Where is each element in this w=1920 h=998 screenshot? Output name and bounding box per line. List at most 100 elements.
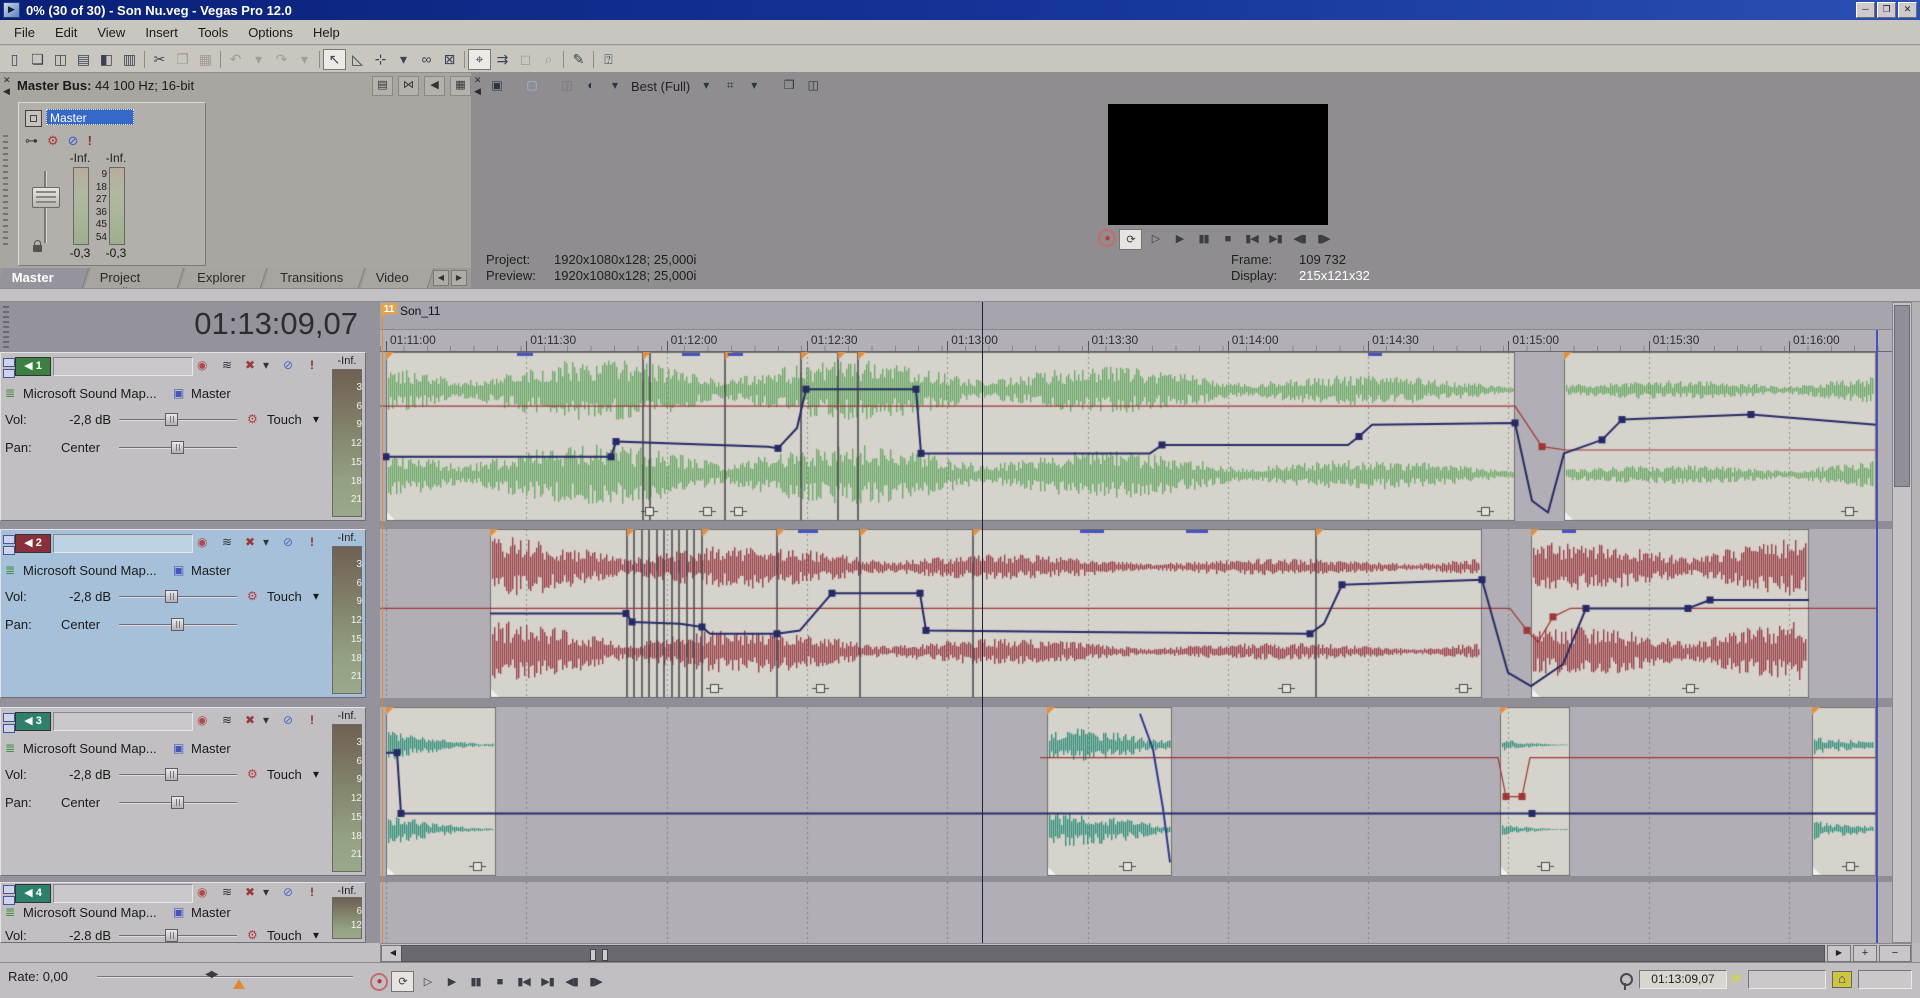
- track-4-canvas[interactable]: [380, 882, 1892, 943]
- menu-edit[interactable]: Edit: [45, 22, 87, 43]
- close-icon[interactable]: ✕: [3, 75, 11, 86]
- redo-list-icon[interactable]: ▾: [293, 49, 316, 70]
- track-name-field[interactable]: [53, 534, 193, 553]
- vol-slider[interactable]: [119, 768, 237, 781]
- pan-slider[interactable]: [119, 618, 237, 631]
- track-number-chip[interactable]: ◀ 4: [15, 884, 51, 903]
- restore-track-icon[interactable]: [3, 546, 15, 555]
- track-header-1[interactable]: ◀ 1◉≋✖▾⊘!≣Microsoft Sound Map...▣MasterV…: [0, 352, 366, 521]
- vol-slider[interactable]: [119, 929, 237, 942]
- record-arm-icon[interactable]: ◉: [197, 358, 207, 372]
- pan-slider-handle[interactable]: [171, 441, 184, 454]
- automation-settings-icon[interactable]: ⚙: [47, 133, 59, 149]
- mixer-properties-icon[interactable]: ▦: [450, 76, 471, 96]
- track-minimize-restore[interactable]: [3, 713, 14, 735]
- loop-playback-button[interactable]: ⟳: [391, 971, 414, 992]
- menu-view[interactable]: View: [87, 22, 135, 43]
- panel-grip[interactable]: [3, 135, 8, 245]
- record-arm-icon[interactable]: ◉: [197, 535, 207, 549]
- next-frame-button[interactable]: ▮▶: [1313, 229, 1334, 248]
- downmix-output-icon[interactable]: ◀: [424, 76, 445, 96]
- next-frame-button[interactable]: ▮▶: [585, 972, 606, 991]
- restore-track-icon[interactable]: [3, 896, 15, 905]
- pan-value[interactable]: Center: [61, 617, 100, 632]
- bus-assign-name[interactable]: Master: [191, 386, 231, 401]
- automation-dropdown-icon[interactable]: ▾: [313, 589, 319, 603]
- track-list-grip[interactable]: [3, 306, 9, 348]
- pin-icon[interactable]: ◀: [3, 86, 10, 97]
- bus-assign-icon[interactable]: ▣: [173, 905, 184, 919]
- track-1-canvas[interactable]: [380, 352, 1892, 521]
- play-from-start-button[interactable]: ▷: [417, 972, 438, 991]
- stop-button[interactable]: ■: [489, 972, 510, 991]
- vol-value[interactable]: -2,8 dB: [53, 412, 111, 427]
- close-button[interactable]: ✕: [1898, 2, 1917, 18]
- envelope-edit-tool-icon[interactable]: ◺: [346, 49, 369, 70]
- bus-assign-name[interactable]: Master: [191, 905, 231, 920]
- automation-dropdown-icon[interactable]: ▾: [313, 412, 319, 426]
- record-arm-icon[interactable]: ◉: [197, 713, 207, 727]
- automatic-crossfades-icon[interactable]: ∞: [415, 49, 438, 70]
- normal-edit-tool-icon[interactable]: ↖: [323, 49, 346, 70]
- split-screen-view-icon[interactable]: ◫: [557, 77, 577, 95]
- menu-options[interactable]: Options: [238, 22, 303, 43]
- open-icon[interactable]: ❏: [26, 49, 49, 70]
- track-header-2[interactable]: ◀ 2◉≋✖▾⊘!≣Microsoft Sound Map...▣MasterV…: [0, 529, 366, 698]
- go-to-start-button[interactable]: ▮◀: [1241, 229, 1262, 248]
- enable-snapping-icon[interactable]: ⌖: [468, 49, 491, 70]
- mute-dropdown-icon[interactable]: ▾: [263, 358, 269, 372]
- solo-icon[interactable]: ⊘: [283, 535, 293, 549]
- mute-icon[interactable]: ⊘: [68, 133, 79, 149]
- tab-master-bus[interactable]: Master Bus: [0, 268, 89, 288]
- overlays-icon[interactable]: ⌗: [720, 77, 740, 95]
- vol-slider-handle[interactable]: [165, 590, 178, 603]
- tab-scroll-left-icon[interactable]: ◀: [433, 270, 449, 286]
- master-bus-name-field[interactable]: Master: [46, 109, 134, 125]
- minimize-track-icon[interactable]: [3, 358, 15, 367]
- automation-mode[interactable]: Touch: [267, 412, 302, 427]
- phase-invert-icon[interactable]: !: [310, 885, 314, 899]
- close-icon[interactable]: ✕: [474, 75, 482, 86]
- phase-invert-icon[interactable]: !: [310, 535, 314, 549]
- preview-quality-label[interactable]: Best (Full): [629, 79, 692, 94]
- track-envelope-icon[interactable]: ≋: [222, 535, 232, 549]
- undo-icon[interactable]: ↶: [224, 49, 247, 70]
- auto-ripple-icon[interactable]: ⇉: [491, 49, 514, 70]
- interactive-tutorials-icon[interactable]: ✎: [567, 49, 590, 70]
- bus-assign-name[interactable]: Master: [191, 563, 231, 578]
- paste-icon[interactable]: ▦: [194, 49, 217, 70]
- vertical-scrollbar[interactable]: [1892, 302, 1912, 943]
- solo-icon[interactable]: ⊘: [283, 885, 293, 899]
- track-name-field[interactable]: [53, 357, 193, 376]
- selection-length-field[interactable]: [1748, 970, 1826, 989]
- device-name[interactable]: Microsoft Sound Map...: [23, 563, 157, 578]
- automation-dropdown-icon[interactable]: ▾: [313, 928, 319, 942]
- insert-bus-icon[interactable]: ⋈: [398, 76, 419, 96]
- track-header-3[interactable]: ◀ 3◉≋✖▾⊘!≣Microsoft Sound Map...▣MasterV…: [0, 707, 366, 876]
- automation-gear-icon[interactable]: ⚙: [247, 589, 258, 603]
- bus-assign-name[interactable]: Master: [191, 741, 231, 756]
- mute-icon[interactable]: ✖: [245, 358, 255, 372]
- edit-details-icon[interactable]: ▥: [118, 49, 141, 70]
- automation-mode[interactable]: Touch: [267, 589, 302, 604]
- plugin-chain-icon[interactable]: ⊶: [25, 133, 38, 149]
- track-number-chip[interactable]: ◀ 2: [15, 534, 51, 553]
- preview-quality-arrow[interactable]: ▾: [605, 77, 625, 95]
- restore-track-icon[interactable]: [3, 369, 15, 378]
- bus-assign-icon[interactable]: ▣: [173, 386, 184, 400]
- menu-insert[interactable]: Insert: [135, 22, 188, 43]
- timeline-time-display[interactable]: 01:13:09,07: [194, 306, 358, 342]
- automation-mode[interactable]: Touch: [267, 928, 302, 943]
- previous-frame-button[interactable]: ◀▮: [1289, 229, 1310, 248]
- magnify-tool-icon[interactable]: ⌕: [537, 49, 560, 70]
- mute-dropdown-icon[interactable]: ▾: [263, 885, 269, 899]
- minimize-track-icon[interactable]: [3, 885, 15, 894]
- selection-edit-list-icon[interactable]: ▾: [392, 49, 415, 70]
- undo-list-icon[interactable]: ▾: [247, 49, 270, 70]
- pan-slider-handle[interactable]: [171, 618, 184, 631]
- solo-icon[interactable]: ⊘: [283, 713, 293, 727]
- vol-value[interactable]: -2,8 dB: [53, 589, 111, 604]
- overlays-arrow[interactable]: ▾: [744, 77, 764, 95]
- import-media-icon[interactable]: ◧: [95, 49, 118, 70]
- new-project-icon[interactable]: ▯: [3, 49, 26, 70]
